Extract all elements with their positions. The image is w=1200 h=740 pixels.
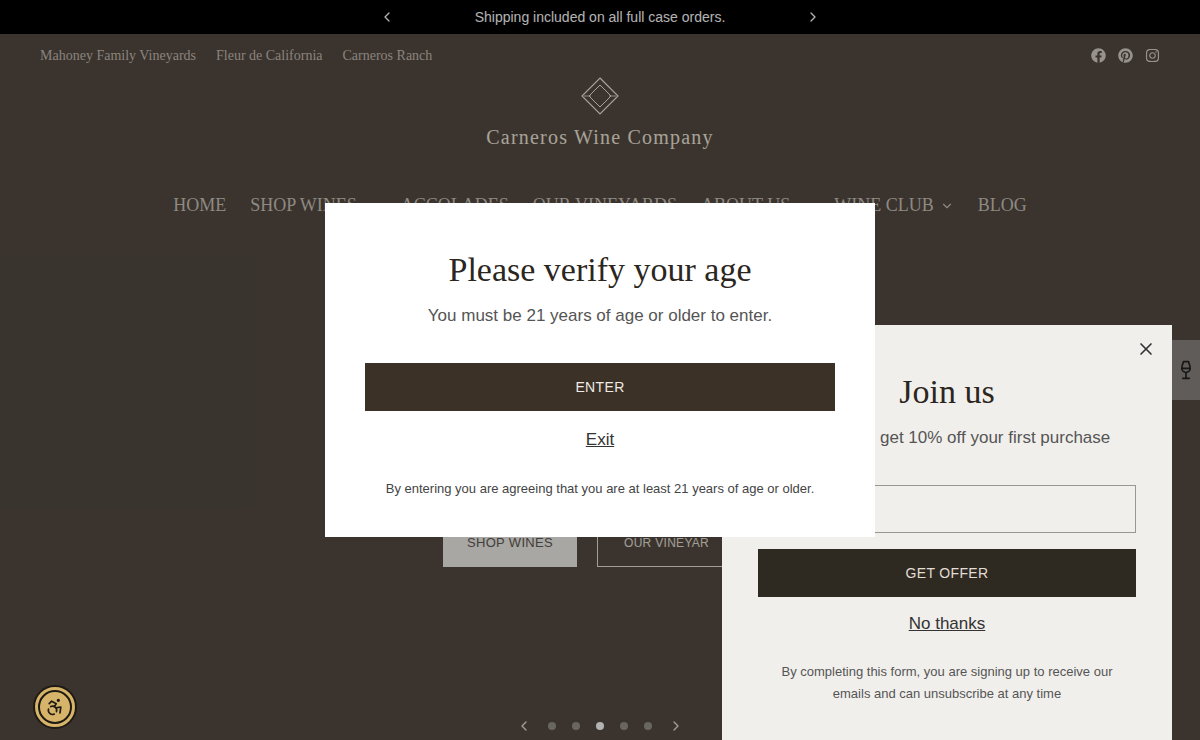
close-icon[interactable] [1136,339,1156,359]
accessibility-icon [45,697,65,717]
age-subtitle: You must be 21 years of age or older to … [428,304,772,328]
accessibility-inner [38,690,72,724]
signup-fine-print: By completing this form, you are signing… [762,661,1132,705]
age-disclaimer: By entering you are agreeing that you ar… [386,480,815,498]
get-offer-button[interactable]: GET OFFER [758,549,1136,597]
age-modal: Please verify your age You must be 21 yea… [325,203,875,537]
signup-title: Join us [899,372,994,412]
page: Shipping included on all full case order… [0,0,1200,740]
no-thanks-link[interactable]: No thanks [909,612,986,636]
exit-link[interactable]: Exit [586,428,614,452]
accessibility-button[interactable] [33,685,77,729]
enter-button[interactable]: ENTER [365,363,835,411]
age-title: Please verify your age [448,248,751,292]
